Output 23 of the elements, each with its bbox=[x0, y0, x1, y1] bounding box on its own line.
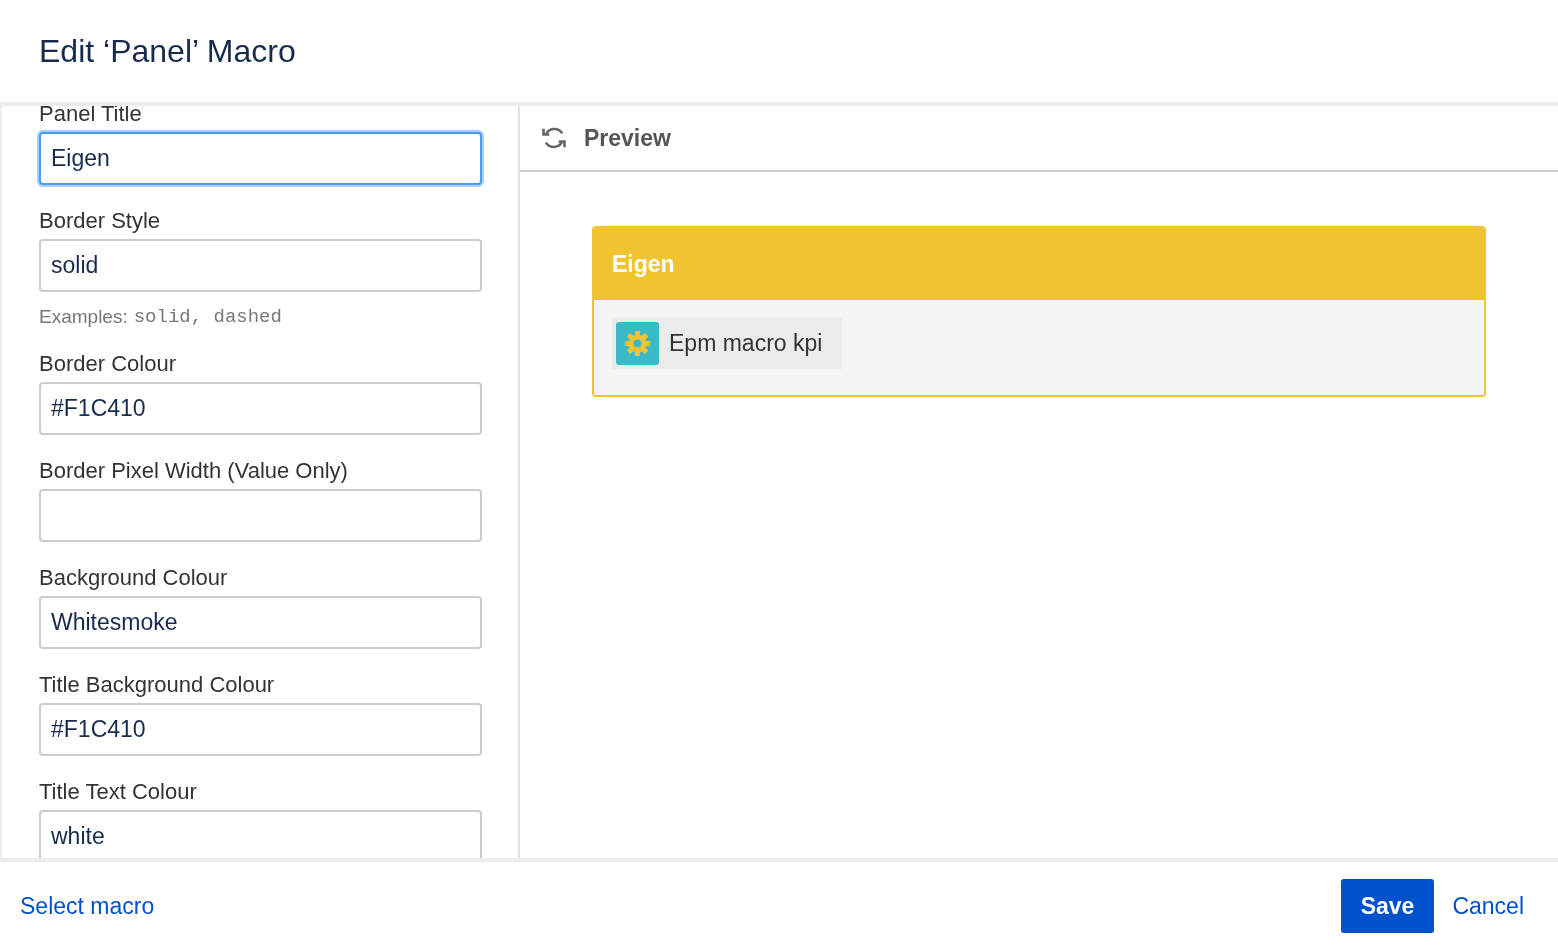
hint-text: Examples: bbox=[39, 306, 128, 328]
input-field[interactable]: solid bbox=[39, 239, 482, 292]
field-label: Title Text Colour bbox=[39, 780, 198, 804]
field-label: Border Pixel Width (Value Only) bbox=[39, 459, 349, 483]
field-label: Title Background Colour bbox=[39, 673, 276, 697]
input-field[interactable]: #F1C410 bbox=[39, 703, 482, 756]
field-label: Border Colour bbox=[39, 352, 177, 376]
select-macro-link[interactable]: Select macro bbox=[20, 892, 155, 920]
field-label: Border Style bbox=[39, 209, 162, 233]
input-field[interactable]: white bbox=[39, 810, 482, 858]
save-button[interactable]: Save bbox=[1340, 879, 1435, 933]
panel-title: Eigen bbox=[594, 228, 1484, 300]
input-field[interactable] bbox=[39, 489, 482, 542]
macro-chip: Epm macro kpi bbox=[612, 318, 843, 369]
gear-icon bbox=[616, 322, 659, 365]
preview-heading: Preview bbox=[584, 124, 671, 152]
input-field[interactable]: Whitesmoke bbox=[39, 596, 482, 649]
field-label: Background Colour bbox=[39, 566, 229, 590]
input-field[interactable]: Eigen bbox=[39, 132, 482, 185]
cancel-button[interactable]: Cancel bbox=[1434, 892, 1524, 920]
dialog-title: Edit ‘Panel’ Macro bbox=[39, 32, 296, 70]
hint-code: solid, dashed bbox=[133, 306, 282, 328]
input-field[interactable]: #F1C410 bbox=[39, 382, 482, 435]
